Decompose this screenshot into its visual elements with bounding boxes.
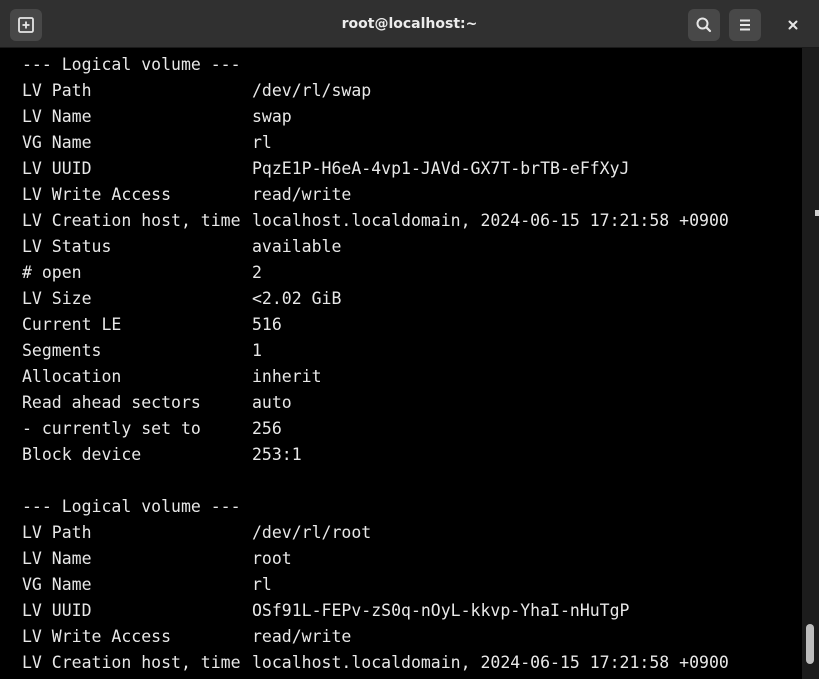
field-key: --- Logical volume ---: [22, 55, 241, 74]
terminal-line: LV Status available: [22, 234, 802, 260]
terminal-line: LV UUID OSf91L-FEPv-zS0q-nOyL-kkvp-YhaI-n…: [22, 598, 802, 624]
terminal-line: Current LE 516: [22, 312, 802, 338]
field-value: OSf91L-FEPv-zS0q-nOyL-kkvp-YhaI-nHuTgP: [252, 601, 630, 620]
field-value: /dev/rl/swap: [252, 81, 372, 100]
terminal-line: Segments 1: [22, 338, 802, 364]
field-value: /dev/rl/root: [252, 523, 372, 542]
terminal-line: - currently set to 256: [22, 416, 802, 442]
field-value: 1: [252, 341, 262, 360]
terminal-line: LV Name root: [22, 546, 802, 572]
field-key: LV Creation host, time: [22, 653, 241, 672]
window-edge-marker: [815, 210, 819, 216]
search-icon: [696, 17, 712, 33]
terminal-line: Block device 253:1: [22, 442, 802, 468]
terminal-line: LV Write Access read/write: [22, 624, 802, 650]
field-key: LV Name: [22, 107, 92, 126]
close-button[interactable]: [777, 9, 809, 41]
field-key: --- Logical volume ---: [22, 497, 241, 516]
terminal-window: root@localhost:~ --- Logical volume --- …: [0, 0, 819, 679]
new-tab-icon: [18, 17, 34, 33]
terminal-line: LV Size <2.02 GiB: [22, 286, 802, 312]
terminal-line: # open 2: [22, 260, 802, 286]
field-value: available: [252, 237, 342, 256]
field-key: VG Name: [22, 133, 92, 152]
field-key: Segments: [22, 341, 102, 360]
field-key: LV Status: [22, 237, 112, 256]
field-value: swap: [252, 107, 292, 126]
terminal-line: LV Path/dev/rl/swap: [22, 78, 802, 104]
scrollbar-thumb[interactable]: [806, 624, 814, 664]
terminal-line: LV Creation host, time localhost.localdom…: [22, 650, 802, 676]
field-key: Block device: [22, 445, 142, 464]
field-key: Current LE: [22, 315, 122, 334]
field-key: VG Name: [22, 575, 92, 594]
field-value: rl: [252, 133, 272, 152]
field-key: LV Write Access: [22, 627, 172, 646]
terminal-line: --- Logical volume ---: [22, 494, 802, 520]
field-key: LV Write Access: [22, 185, 172, 204]
terminal-line: LV Creation host, time localhost.localdom…: [22, 208, 802, 234]
field-key: LV UUID: [22, 159, 92, 178]
field-value: auto: [252, 393, 292, 412]
field-key: Read ahead sectors: [22, 393, 201, 412]
field-key: # open: [22, 263, 82, 282]
field-key: LV Path: [22, 523, 92, 542]
terminal-line: Read ahead sectors auto: [22, 390, 802, 416]
menu-button[interactable]: [729, 9, 761, 41]
field-key: Allocation: [22, 367, 122, 386]
field-key: LV Name: [22, 549, 92, 568]
field-value: inherit: [252, 367, 322, 386]
title-bar: root@localhost:~: [0, 0, 819, 48]
field-key: LV Path: [22, 81, 92, 100]
field-value: 516: [252, 315, 282, 334]
terminal-line: LV Path/dev/rl/root: [22, 520, 802, 546]
search-button[interactable]: [688, 9, 720, 41]
new-tab-button[interactable]: [10, 9, 42, 41]
field-key: LV Size: [22, 289, 92, 308]
field-value: 256: [252, 419, 282, 438]
terminal-line: VG Name rl: [22, 572, 802, 598]
field-key: LV Creation host, time: [22, 211, 241, 230]
field-key: - currently set to: [22, 419, 201, 438]
terminal-output[interactable]: --- Logical volume --- LV Path/dev/rl/sw…: [22, 52, 802, 679]
field-value: root: [252, 549, 292, 568]
field-value: <2.02 GiB: [252, 289, 342, 308]
field-value: PqzE1P-H6eA-4vp1-JAVd-GX7T-brTB-eFfXyJ: [252, 159, 630, 178]
field-key: LV UUID: [22, 601, 92, 620]
field-value: 253:1: [252, 445, 302, 464]
field-value: rl: [252, 575, 272, 594]
close-icon: [788, 20, 798, 30]
field-value: localhost.localdomain, 2024-06-15 17:21:…: [252, 211, 729, 230]
field-value: read/write: [252, 185, 352, 204]
vertical-scrollbar[interactable]: [802, 48, 819, 679]
field-value: localhost.localdomain, 2024-06-15 17:21:…: [252, 653, 729, 672]
hamburger-menu-icon: [740, 19, 750, 31]
terminal-line: Allocation inherit: [22, 364, 802, 390]
terminal-line: LV UUID PqzE1P-H6eA-4vp1-JAVd-GX7T-brTB-e…: [22, 156, 802, 182]
terminal-line: LV Write Access read/write: [22, 182, 802, 208]
terminal-line: VG Name rl: [22, 130, 802, 156]
field-value: read/write: [252, 627, 352, 646]
field-value: 2: [252, 263, 262, 282]
terminal-line: --- Logical volume ---: [22, 52, 802, 78]
terminal-line: LV Name swap: [22, 104, 802, 130]
